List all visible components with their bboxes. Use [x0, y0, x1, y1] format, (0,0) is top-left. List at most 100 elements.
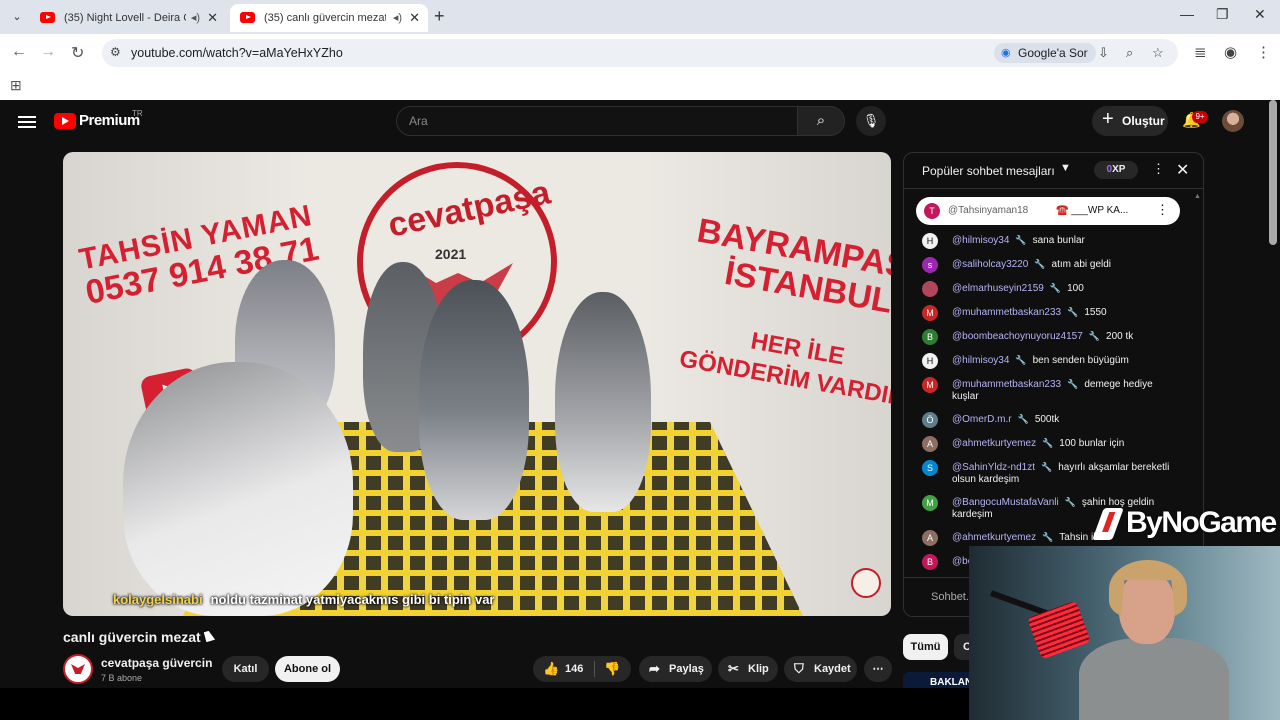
chat-options-icon[interactable]: ⋮	[1152, 161, 1165, 177]
chat-username[interactable]: @muhammetbaskan233	[952, 379, 1061, 390]
account-avatar[interactable]	[1222, 110, 1244, 132]
chat-message[interactable]: M @muhammetbaskan233 🔧 demege hediye kuşlar	[904, 373, 1189, 408]
chip-all[interactable]: Tümü	[903, 634, 948, 660]
speaker-icon[interactable]: ◂)	[191, 4, 200, 32]
chat-username[interactable]: @SahinYldz-nd1zt	[952, 462, 1035, 473]
clip-button[interactable]: ✂ Klip	[718, 656, 778, 682]
more-actions-button[interactable]: ⋯	[864, 656, 892, 682]
chat-message[interactable]: s @saliholcay3220 🔧 atım abi geldi	[904, 253, 1189, 277]
page-scrollbar[interactable]	[1269, 100, 1277, 245]
chat-username[interactable]: @elmarhuseyin2159	[952, 283, 1044, 294]
tab-search-button[interactable]: ⌄	[6, 7, 28, 27]
chat-username[interactable]: @ahmetkurtyemez	[952, 438, 1036, 449]
chat-message[interactable]: Ö @OmerD.m.r 🔧 500tk	[904, 408, 1189, 432]
avatar[interactable]: M	[922, 305, 938, 321]
chat-text: 200 tk	[1106, 331, 1134, 342]
chat-username[interactable]: @boombeachoynuyoruz4157	[952, 331, 1083, 342]
search-button[interactable]: ⌕	[797, 106, 845, 136]
window-close-button[interactable]: ✕	[1254, 6, 1266, 23]
chat-username[interactable]: @muhammetbaskan233	[952, 307, 1061, 318]
chat-username[interactable]: @ahmetkurtyemez	[952, 532, 1036, 543]
chat-username[interactable]: @OmerD.m.r	[952, 414, 1012, 425]
bookmark-star-icon[interactable]: ☆	[1152, 45, 1164, 61]
avatar[interactable]: B	[922, 554, 938, 570]
share-button[interactable]: ➦ Paylaş	[639, 656, 712, 682]
create-button[interactable]: Oluştur	[1092, 104, 1168, 136]
avatar[interactable]: H	[922, 233, 938, 249]
apps-grid-icon[interactable]: ⊞	[10, 77, 22, 94]
chat-message[interactable]: @elmarhuseyin2159 🔧 100	[904, 277, 1189, 301]
zoom-icon[interactable]: ⌕	[1126, 45, 1133, 61]
chat-username[interactable]: @hilmisoy34	[952, 355, 1009, 366]
bynogame-text: ByNoGame	[1126, 506, 1277, 539]
points-badge[interactable]: 0XP	[1094, 161, 1138, 179]
voice-search-button[interactable]: 🎙	[856, 106, 886, 136]
chat-message[interactable]: M @muhammetbaskan233 🔧 1550	[904, 301, 1189, 325]
tab-canli-guvercin[interactable]: (35) canlı güvercin mezat - You ◂) ✕	[230, 4, 428, 32]
back-button[interactable]: ←	[11, 43, 27, 61]
address-bar[interactable]: ⚙ youtube.com/watch?v=aMaYeHxYZho Google…	[102, 39, 1178, 67]
avatar[interactable]: M	[922, 377, 938, 393]
reload-button[interactable]: ↻	[71, 43, 84, 63]
forward-button[interactable]: →	[40, 43, 56, 61]
chat-message[interactable]: A @ahmetkurtyemez 🔧 100 bunlar için	[904, 432, 1189, 456]
channel-name[interactable]: cevatpaşa güvercin	[101, 656, 212, 670]
channel-watermark-icon[interactable]	[851, 568, 881, 598]
chat-message[interactable]: B @boombeachoynuyoruz4157 🔧 200 tk	[904, 325, 1189, 349]
wrench-icon: 🔧	[1042, 438, 1054, 448]
pinned-options-icon[interactable]: ⋮	[1156, 202, 1169, 218]
close-tab-icon[interactable]: ✕	[409, 4, 420, 32]
address-toolbar: ← → ↻ ⚙ youtube.com/watch?v=aMaYeHxYZho …	[0, 34, 1280, 72]
search-input[interactable]: Ara	[396, 106, 798, 136]
pigeon	[419, 280, 529, 520]
minimize-button[interactable]: —	[1180, 6, 1194, 22]
avatar[interactable]: Ö	[922, 412, 938, 428]
chevron-down-icon[interactable]: ▼	[1060, 162, 1071, 174]
bynogame-logo: ByNoGame	[1092, 502, 1280, 546]
chat-username[interactable]: @hilmisoy34	[952, 235, 1009, 246]
like-count[interactable]: 146	[565, 656, 583, 682]
save-button[interactable]: ⛉ Kaydet	[784, 656, 857, 682]
install-app-icon[interactable]: ⇩	[1098, 45, 1109, 61]
avatar[interactable]: A	[922, 436, 938, 452]
chat-mode-title[interactable]: Popüler sohbet mesajları	[922, 164, 1055, 178]
chat-message[interactable]: S @SahinYldz-nd1zt 🔧 hayırlı akşamlar berek…	[904, 456, 1189, 491]
speaker-icon[interactable]: ◂)	[393, 4, 402, 32]
menu-icon[interactable]	[18, 113, 36, 131]
avatar[interactable]: B	[922, 329, 938, 345]
browser-menu-icon[interactable]: ⋮	[1256, 43, 1271, 61]
close-chat-icon[interactable]: ✕	[1176, 160, 1189, 180]
new-tab-button[interactable]: +	[434, 6, 445, 27]
avatar[interactable]: S	[922, 460, 938, 476]
chat-text: sana bunlar	[1032, 235, 1085, 246]
google-ask-button[interactable]: Google'a Sor	[994, 43, 1096, 63]
maximize-button[interactable]: ❐	[1216, 6, 1229, 23]
profile-icon[interactable]: ◉	[1224, 43, 1237, 61]
avatar[interactable]: M	[922, 495, 938, 511]
avatar[interactable]: s	[922, 257, 938, 273]
channel-avatar[interactable]	[63, 654, 93, 684]
wrench-icon: 🔧	[1040, 462, 1053, 472]
avatar[interactable]: A	[922, 530, 938, 546]
avatar[interactable]: H	[922, 353, 938, 369]
pinned-text: ☎️ ___WP KA...	[1056, 205, 1129, 216]
subscribe-button[interactable]: Abone ol	[275, 656, 340, 682]
close-tab-icon[interactable]: ✕	[207, 4, 218, 32]
like-icon[interactable]: 👍	[543, 656, 559, 682]
video-title: canlı güvercin mezat	[63, 629, 201, 645]
avatar[interactable]	[922, 281, 938, 297]
chat-text: atım abi geldi	[1051, 259, 1112, 270]
media-control-icon[interactable]: ≣	[1194, 43, 1207, 61]
video-player[interactable]: TAHSİN YAMAN 0537 914 38 71 cevatpaşa 20…	[63, 152, 891, 616]
tab-night-lovell[interactable]: (35) Night Lovell - Deira City ◂) ✕	[30, 4, 226, 32]
site-info-icon[interactable]: ⚙	[110, 45, 121, 59]
search-icon: ⌕	[816, 112, 826, 129]
chat-message[interactable]: H @hilmisoy34 🔧 ben senden büyügüm	[904, 349, 1189, 373]
chat-header: Popüler sohbet mesajları ▼ 0XP ⋮ ✕	[904, 153, 1203, 189]
chat-username[interactable]: @BangocuMustafaVanli	[952, 497, 1059, 508]
dislike-icon[interactable]: 👎	[604, 656, 620, 682]
chat-message[interactable]: H @hilmisoy34 🔧 sana bunlar	[904, 229, 1189, 253]
pinned-message[interactable]: T @Tahsinyaman18 ☎️ ___WP KA... ⋮	[916, 197, 1180, 225]
join-button[interactable]: Katıl	[222, 656, 269, 682]
chat-username[interactable]: @saliholcay3220	[952, 259, 1028, 270]
